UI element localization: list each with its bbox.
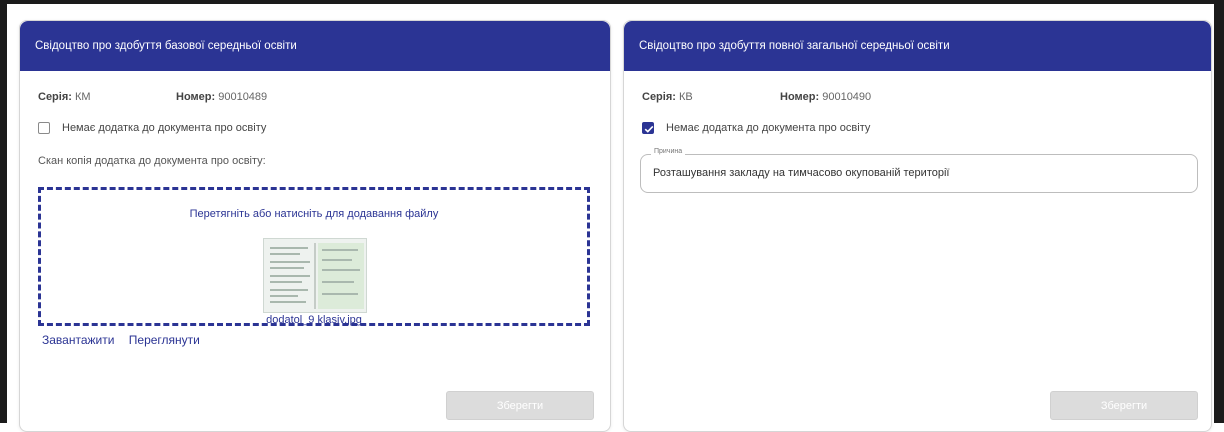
download-link[interactable]: Завантажити <box>42 333 114 347</box>
reason-input[interactable]: Причина Розташування закладу на тимчасов… <box>640 148 1198 193</box>
serial-field: Серія: КМ <box>38 91 91 103</box>
basic-secondary-certificate-card: Свідоцтво про здобуття базової середньої… <box>19 20 611 432</box>
no-supplement-checkbox-row[interactable]: Немає додатка до документа про освіту <box>642 122 870 134</box>
save-button[interactable]: Зберегти <box>446 391 594 420</box>
file-name: dodatol_9 klasiv.jpg <box>266 314 362 326</box>
serial-field: Серія: КВ <box>642 91 693 103</box>
serial-value: КВ <box>678 91 693 103</box>
card-title: Свідоцтво про здобуття повної загальної … <box>624 21 1211 71</box>
number-value: 90010490 <box>822 91 872 103</box>
scan-copy-label: Скан копія додатка до документа про осві… <box>38 155 266 167</box>
file-actions: Завантажити Переглянути <box>42 333 211 347</box>
window-frame-left <box>0 0 7 423</box>
number-value: 90010489 <box>218 91 268 103</box>
no-supplement-label: Немає додатка до документа про освіту <box>62 122 267 134</box>
no-supplement-checkbox[interactable] <box>38 122 50 134</box>
full-secondary-certificate-card: Свідоцтво про здобуття повної загальної … <box>623 20 1212 432</box>
card-title: Свідоцтво про здобуття базової середньої… <box>20 21 610 71</box>
card-body: Серія: КВ Номер: 90010490 Немає додатка … <box>624 71 1211 431</box>
no-supplement-label: Немає додатка до документа про освіту <box>666 122 871 134</box>
window-frame-right <box>1214 0 1224 423</box>
window-frame-top <box>0 0 1224 4</box>
dropzone-text: Перетягніть або натисніть для додавання … <box>189 208 439 220</box>
view-link[interactable]: Переглянути <box>129 333 200 347</box>
no-supplement-checkbox[interactable] <box>642 122 654 134</box>
card-body: Серія: КМ Номер: 90010489 Немає додатка … <box>20 71 610 431</box>
serial-label: Серія: <box>38 91 72 103</box>
number-label: Номер: <box>780 91 820 103</box>
file-dropzone[interactable]: Перетягніть або натисніть для додавання … <box>38 187 590 326</box>
number-field: Номер: 90010489 <box>176 91 267 103</box>
serial-value: КМ <box>74 91 91 103</box>
check-icon <box>644 125 654 133</box>
file-thumbnail[interactable] <box>263 238 367 313</box>
number-label: Номер: <box>176 91 216 103</box>
serial-label: Серія: <box>642 91 676 103</box>
no-supplement-checkbox-row[interactable]: Немає додатка до документа про освіту <box>38 122 266 134</box>
save-button[interactable]: Зберегти <box>1050 391 1198 420</box>
reason-value: Розташування закладу на тимчасово окупов… <box>653 167 950 179</box>
reason-label: Причина <box>651 148 686 155</box>
number-field: Номер: 90010490 <box>780 91 871 103</box>
